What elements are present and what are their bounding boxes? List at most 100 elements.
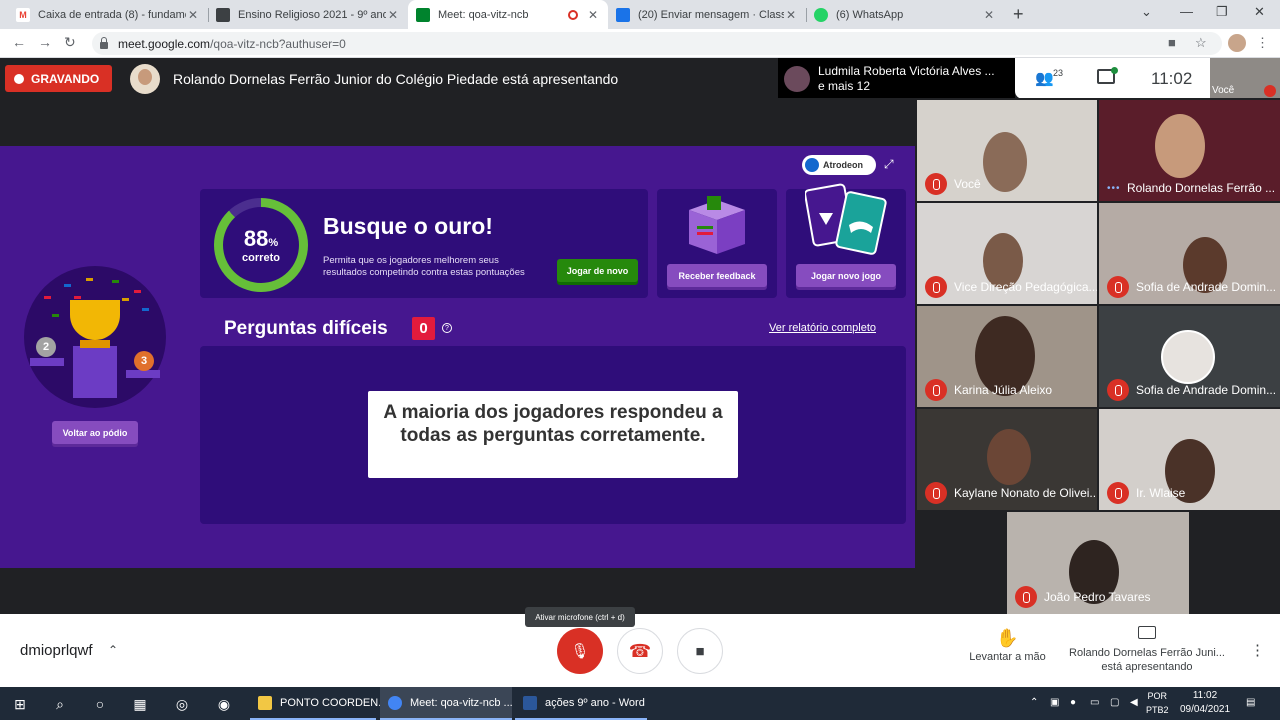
participant-tile[interactable]: Sofia de Andrade Domin... <box>1099 306 1280 407</box>
participant-tile[interactable]: Sofia de Andrade Domin... <box>1099 203 1280 304</box>
score-label: correto <box>242 252 280 264</box>
url-field[interactable]: meet.google.com/qoa-vitz-ncb?authuser=0 <box>92 32 1222 55</box>
close-icon[interactable]: ✕ <box>982 8 996 22</box>
minimize-icon[interactable]: — <box>1180 4 1193 19</box>
edge-icon[interactable]: ◉ <box>214 694 234 714</box>
windows-taskbar: ⊞ ⌕ ○ ▦ ◎ ◉ PONTO COORDEN... Meet: qoa-v… <box>0 687 1280 720</box>
participant-tile[interactable]: Ir. Wlaise <box>1099 409 1280 510</box>
network-icon[interactable]: ▢ <box>1110 697 1119 708</box>
participant-tile[interactable]: Você <box>917 100 1097 201</box>
tray-mic-icon[interactable]: ● <box>1070 697 1076 708</box>
browser-tab-classroom[interactable]: Ensino Religioso 2021 - 9º ano d ✕ <box>208 0 408 29</box>
camera-toggle-button[interactable]: ■ <box>677 628 723 674</box>
participant-tile[interactable]: Kaylane Nonato de Olivei... <box>917 409 1097 510</box>
task-view-icon[interactable]: ▦ <box>130 694 150 714</box>
browser-tab-classapp[interactable]: (20) Enviar mensagem · ClassApp ✕ <box>608 0 806 29</box>
mic-off-icon <box>925 379 947 401</box>
help-icon[interactable]: ? <box>442 323 452 333</box>
close-icon[interactable]: ✕ <box>784 8 798 22</box>
podium-step-third <box>126 370 160 378</box>
recording-dot-icon <box>14 73 24 84</box>
mic-off-icon <box>925 173 947 195</box>
people-icon[interactable]: 👥 <box>1035 69 1054 87</box>
taskbar-app-word[interactable]: ações 9º ano - Word <box>515 687 647 720</box>
more-options-icon[interactable]: ⋮ <box>1250 641 1265 659</box>
presenter-status: Rolando Dornelas Ferrão Junior do Colégi… <box>173 71 619 87</box>
mic-off-icon: 🎙 <box>570 643 590 660</box>
tray-device-icon[interactable]: ▣ <box>1050 697 1059 708</box>
system-clock[interactable]: 11:02 09/04/2021 <box>1180 689 1230 717</box>
close-icon[interactable]: ✕ <box>186 8 200 22</box>
taskbar-app-chrome[interactable]: Meet: qoa-vitz-ncb ... <box>380 687 513 720</box>
camera-blocked-icon[interactable]: ■ <box>1168 35 1176 50</box>
card-description: Permita que os jogadores melhorem seus r… <box>323 255 525 278</box>
meeting-clock: 11:02 <box>1151 69 1193 88</box>
ballot-box-icon <box>689 196 745 254</box>
difficult-questions-title: Perguntas difíceis <box>224 318 388 339</box>
other-presenters-chip[interactable]: Ludmila Roberta Victória Alves ... e mai… <box>778 58 1015 99</box>
participant-tile[interactable]: ••• Rolando Dornelas Ferrão ... <box>1099 100 1280 201</box>
back-to-podium-button[interactable]: Voltar ao pódio <box>52 421 138 444</box>
card-title: Busque o ouro! <box>323 213 493 239</box>
full-report-link[interactable]: Ver relatório completo <box>769 322 876 334</box>
cortana-icon[interactable]: ○ <box>90 694 110 714</box>
gmail-icon: M <box>16 7 30 22</box>
classapp-icon <box>616 7 630 22</box>
difficult-questions-count: 0 <box>412 317 435 340</box>
participant-tile[interactable]: Karina Júlia Aleixo <box>917 306 1097 407</box>
participant-tile[interactable]: João Pedro Tavares <box>1007 512 1189 614</box>
tab-search-icon[interactable]: ⌄ <box>1141 4 1152 20</box>
browser-tab-whatsapp[interactable]: (6) WhatsApp ✕ <box>806 0 1004 29</box>
browser-menu-icon[interactable]: ⋮ <box>1256 35 1269 51</box>
chevron-up-icon[interactable]: ⌃ <box>108 643 118 657</box>
present-screen-icon <box>1138 626 1156 639</box>
whatsapp-icon <box>814 7 828 22</box>
browser-tab-bar: M Caixa de entrada (8) - fundament ✕ Ens… <box>0 0 1280 29</box>
maximize-icon[interactable]: ❐ <box>1216 4 1228 20</box>
dell-icon[interactable]: ◎ <box>172 694 192 714</box>
new-tab-icon[interactable]: + <box>1013 4 1024 25</box>
back-icon[interactable]: ← <box>12 34 26 50</box>
mic-off-icon <box>1107 276 1129 298</box>
window-close-icon[interactable]: ✕ <box>1254 4 1265 20</box>
participant-tile[interactable]: Vice Direção Pedagógica... <box>917 203 1097 304</box>
volume-icon[interactable]: ◀ <box>1130 697 1138 708</box>
raise-hand-button[interactable]: ✋ Levantar a mão <box>960 628 1055 663</box>
leave-call-button[interactable]: ☎ <box>617 628 663 674</box>
mic-tooltip: Ativar microfone (ctrl + d) <box>525 607 635 627</box>
new-game-button[interactable]: Jogar novo jogo <box>796 264 896 287</box>
tray-chevron-icon[interactable]: ⌃ <box>1030 697 1038 708</box>
user-badge: Atrodeon <box>802 155 876 175</box>
recording-tab-icon <box>568 9 578 20</box>
taskbar-app-folder[interactable]: PONTO COORDEN... <box>250 687 387 720</box>
camera-icon: ■ <box>695 642 705 660</box>
battery-icon[interactable]: ▭ <box>1090 697 1099 708</box>
browser-tab-meet[interactable]: Meet: qoa-vitz-ncb ✕ <box>408 0 608 29</box>
stage-letterbox <box>0 568 915 614</box>
notifications-icon[interactable]: ▤ <box>1246 697 1255 708</box>
fullscreen-icon[interactable]: ⤢ <box>884 157 898 171</box>
mic-off-icon <box>1264 85 1276 97</box>
microphone-toggle-button[interactable]: 🎙 <box>557 628 603 674</box>
speaking-indicator-icon: ••• <box>1107 182 1121 194</box>
windows-start-icon[interactable]: ⊞ <box>10 694 30 714</box>
mic-off-icon <box>925 482 947 504</box>
profile-avatar[interactable] <box>1228 34 1246 52</box>
input-language[interactable]: POR PTB2 <box>1146 689 1169 717</box>
browser-tab-gmail[interactable]: M Caixa de entrada (8) - fundament ✕ <box>8 0 208 29</box>
game-cards-icon <box>805 183 887 255</box>
close-icon[interactable]: ✕ <box>586 8 600 22</box>
close-icon[interactable]: ✕ <box>386 8 400 22</box>
get-feedback-button[interactable]: Receber feedback <box>667 264 767 287</box>
classroom-icon <box>216 7 230 22</box>
presenter-avatar <box>130 64 160 94</box>
play-again-button[interactable]: Jogar de novo <box>557 259 638 282</box>
presentation-status-button[interactable]: Rolando Dornelas Ferrão Juni... está apr… <box>1062 626 1232 674</box>
mic-off-icon <box>925 276 947 298</box>
forward-icon[interactable]: → <box>38 34 52 50</box>
meeting-code[interactable]: dmioprlqwf <box>20 642 93 659</box>
search-icon[interactable]: ⌕ <box>50 694 70 714</box>
bookmark-star-icon[interactable]: ☆ <box>1195 35 1207 51</box>
reload-icon[interactable]: ↻ <box>64 34 76 51</box>
mic-off-icon <box>1107 379 1129 401</box>
